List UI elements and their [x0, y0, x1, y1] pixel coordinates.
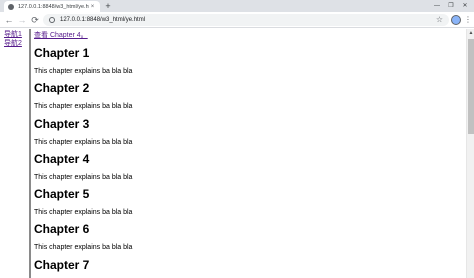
forward-button[interactable]: → — [16, 14, 28, 26]
chapter-section: Chapter 5 This chapter explains ba bla b… — [34, 187, 464, 217]
window-controls: — ❐ ✕ — [430, 0, 472, 12]
side-nav-link-1[interactable]: 导航1 — [4, 31, 22, 40]
chapter-heading: Chapter 7 — [34, 257, 90, 272]
browser-tab[interactable]: 127.0.0.1:8848/w3_html/ye.html × — [4, 1, 100, 12]
minimize-button[interactable]: — — [430, 0, 444, 12]
chapter-section: Chapter 3 This chapter explains ba bla b… — [34, 117, 464, 147]
tab-strip: 127.0.0.1:8848/w3_html/ye.html × + — ❐ ✕ — [0, 0, 474, 12]
close-window-button[interactable]: ✕ — [458, 0, 472, 12]
tab-title: 127.0.0.1:8848/w3_html/ye.html — [18, 3, 89, 10]
url-text[interactable]: 127.0.0.1:8848/w3_html/ye.html — [60, 17, 436, 23]
reload-button[interactable]: ⟳ — [29, 14, 41, 26]
chapter-heading: Chapter 2 — [34, 81, 90, 96]
chapter-section: Chapter 2 This chapter explains ba bla b… — [34, 81, 464, 111]
address-bar[interactable]: 127.0.0.1:8848/w3_html/ye.html ☆ — [43, 14, 449, 26]
bookmark-star-icon[interactable]: ☆ — [436, 16, 443, 24]
frame-divider[interactable] — [29, 29, 31, 278]
chapter-heading: Chapter 5 — [34, 187, 90, 202]
page-viewport: 导航1 导航2 查看 Chapter 4。 Chapter 1 This cha… — [0, 29, 474, 278]
kebab-menu-icon[interactable]: ⋮ — [464, 14, 472, 26]
chapter-text: This chapter explains ba bla bla — [34, 244, 133, 252]
chapter-text: This chapter explains ba bla bla — [34, 103, 133, 111]
chapter-section: Chapter 7 — [34, 258, 464, 272]
chapter-text: This chapter explains ba bla bla — [34, 68, 133, 75]
chapter-section: Chapter 6 This chapter explains ba bla b… — [34, 222, 464, 252]
chapter-heading: Chapter 6 — [34, 222, 90, 237]
vertical-scrollbar[interactable]: ▲ — [466, 29, 474, 278]
chapter-text: This chapter explains ba bla bla — [34, 173, 133, 181]
scroll-up-arrow-icon[interactable]: ▲ — [467, 29, 474, 37]
chapter-section: Chapter 4 This chapter explains ba bla b… — [34, 152, 464, 182]
info-icon[interactable] — [49, 17, 55, 23]
chapter-heading: Chapter 4 — [34, 151, 90, 166]
chapter-text: This chapter explains ba bla bla — [34, 138, 133, 146]
side-nav: 导航1 导航2 — [4, 31, 22, 48]
tab-close-icon[interactable]: × — [89, 4, 96, 10]
profile-avatar[interactable] — [451, 15, 461, 25]
globe-icon — [8, 3, 14, 10]
view-chapter-4-link[interactable]: 查看 Chapter 4。 — [34, 31, 464, 40]
new-tab-button[interactable]: + — [103, 1, 113, 11]
side-nav-link-2[interactable]: 导航2 — [4, 40, 22, 49]
chapter-text: This chapter explains ba bla bla — [34, 209, 133, 217]
chapter-heading: Chapter 1 — [34, 46, 90, 60]
chapter-section: Chapter 1 This chapter explains ba bla b… — [34, 46, 464, 76]
back-button[interactable]: ← — [3, 14, 15, 26]
scroll-thumb[interactable] — [468, 39, 474, 134]
browser-toolbar: ← → ⟳ 127.0.0.1:8848/w3_html/ye.html ☆ ⋮ — [0, 12, 474, 28]
main-content: 查看 Chapter 4。 Chapter 1 This chapter exp… — [34, 31, 464, 278]
chapter-heading: Chapter 3 — [34, 116, 90, 131]
restore-button[interactable]: ❐ — [444, 0, 458, 12]
